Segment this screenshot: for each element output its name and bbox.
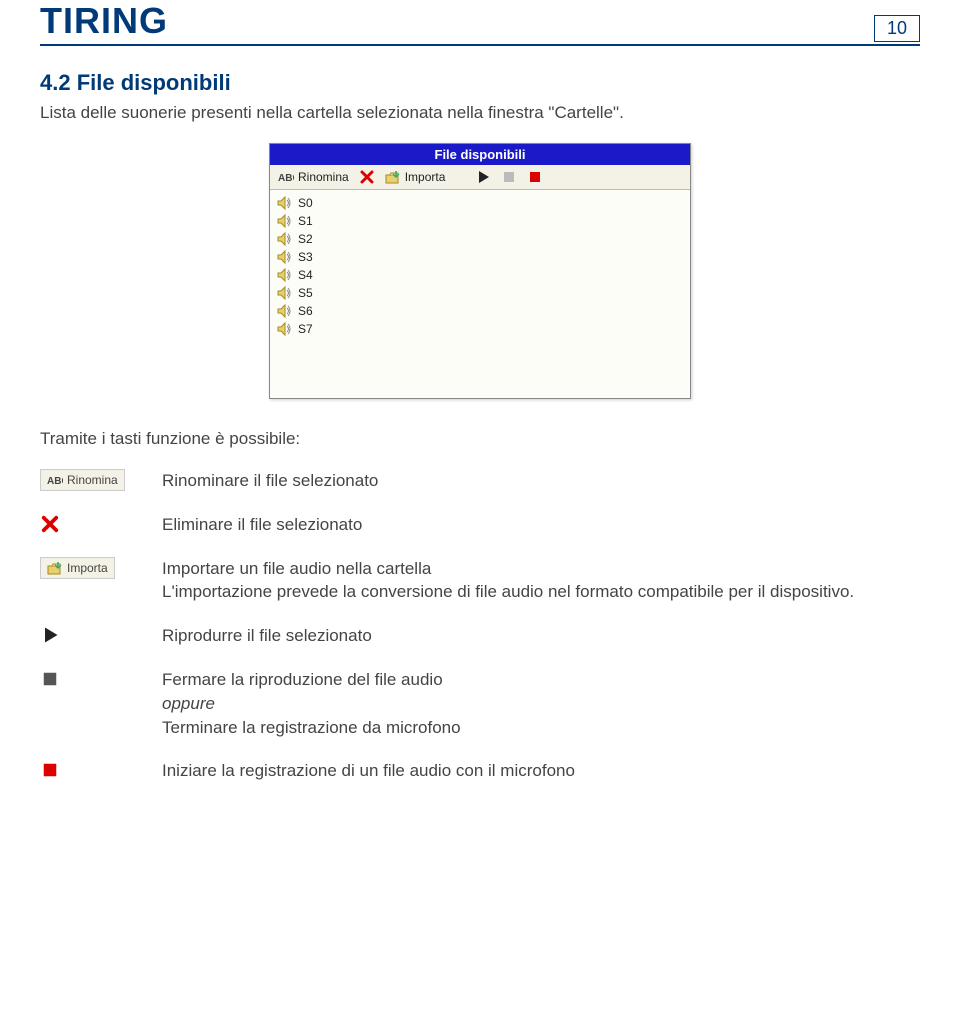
abc-icon: ABC <box>47 472 63 488</box>
stop-def-line3: Terminare la registrazione da microfono <box>162 718 461 737</box>
import-icon-legend: Importa <box>40 557 140 579</box>
play-icon <box>40 625 60 645</box>
delete-icon-legend <box>40 513 140 535</box>
play-definition: Riprodurre il file selezionato <box>162 624 920 648</box>
delete-definition: Eliminare il file selezionato <box>162 513 920 537</box>
play-icon-legend <box>40 624 140 646</box>
record-definition: Iniziare la registrazione di un file aud… <box>162 759 920 783</box>
svg-text:ABC: ABC <box>47 476 63 487</box>
play-icon <box>475 169 491 185</box>
stop-grey-icon <box>40 669 60 689</box>
stop-icon-legend <box>40 668 140 690</box>
record-button[interactable] <box>527 169 543 185</box>
stop-grey-button[interactable] <box>501 169 517 185</box>
stop-red-icon <box>40 760 60 780</box>
list-item[interactable]: S0 <box>276 194 684 212</box>
import-def-line2: L'importazione prevede la conversione di… <box>162 582 854 601</box>
stop-def-line1: Fermare la riproduzione del file audio <box>162 670 443 689</box>
speaker-icon <box>276 285 292 301</box>
import-label: Importa <box>405 170 446 184</box>
delete-x-icon <box>40 514 60 534</box>
list-item[interactable]: S7 <box>276 320 684 338</box>
rename-definition: Rinominare il file selezionato <box>162 469 920 493</box>
list-item[interactable]: S4 <box>276 266 684 284</box>
file-name: S5 <box>298 286 313 300</box>
list-item[interactable]: S1 <box>276 212 684 230</box>
file-name: S2 <box>298 232 313 246</box>
page-header: TIRING 10 <box>40 0 920 46</box>
definitions-intro: Tramite i tasti funzione è possibile: <box>40 429 920 449</box>
page-number: 10 <box>874 15 920 42</box>
speaker-icon <box>276 249 292 265</box>
file-name: S1 <box>298 214 313 228</box>
file-name: S7 <box>298 322 313 336</box>
svg-text:ABC: ABC <box>278 173 294 184</box>
abc-icon: ABC <box>278 169 294 185</box>
speaker-icon <box>276 231 292 247</box>
file-name: S6 <box>298 304 313 318</box>
speaker-icon <box>276 303 292 319</box>
panel-toolbar: ABC Rinomina Importa <box>270 165 690 190</box>
section-title: 4.2 File disponibili <box>40 70 920 96</box>
speaker-icon <box>276 213 292 229</box>
file-name: S3 <box>298 250 313 264</box>
rename-label: Rinomina <box>298 170 349 184</box>
speaker-icon <box>276 267 292 283</box>
list-item[interactable]: S5 <box>276 284 684 302</box>
file-panel: File disponibili ABC Rinomina Importa <box>269 143 691 399</box>
stop-red-icon <box>527 169 543 185</box>
import-definition: Importare un file audio nella cartella L… <box>162 557 920 605</box>
import-legend-label: Importa <box>67 561 108 575</box>
import-button[interactable]: Importa <box>385 169 446 185</box>
import-folder-icon <box>47 560 63 576</box>
stop-def-line2: oppure <box>162 694 215 713</box>
record-icon-legend <box>40 759 140 781</box>
rename-button[interactable]: ABC Rinomina <box>278 169 349 185</box>
section-intro: Lista delle suonerie presenti nella cart… <box>40 102 920 125</box>
file-list: S0 S1 S2 S3 S4 S5 <box>270 190 690 398</box>
stop-grey-icon <box>501 169 517 185</box>
speaker-icon <box>276 321 292 337</box>
play-button[interactable] <box>475 169 491 185</box>
delete-button[interactable] <box>359 169 375 185</box>
list-item[interactable]: S6 <box>276 302 684 320</box>
list-item[interactable]: S2 <box>276 230 684 248</box>
stop-definition: Fermare la riproduzione del file audio o… <box>162 668 920 739</box>
speaker-icon <box>276 195 292 211</box>
panel-title: File disponibili <box>270 144 690 165</box>
rename-icon-legend: ABC Rinomina <box>40 469 140 491</box>
rename-legend-label: Rinomina <box>67 473 118 487</box>
list-item[interactable]: S3 <box>276 248 684 266</box>
file-name: S4 <box>298 268 313 282</box>
file-name: S0 <box>298 196 313 210</box>
delete-x-icon <box>359 169 375 185</box>
import-def-line1: Importare un file audio nella cartella <box>162 559 431 578</box>
brand-title: TIRING <box>40 0 168 42</box>
import-folder-icon <box>385 169 401 185</box>
